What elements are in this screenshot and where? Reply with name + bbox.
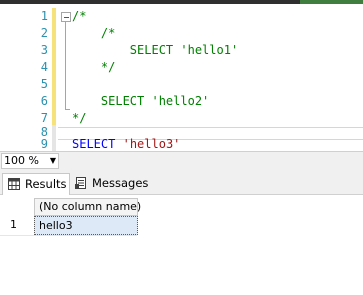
code-text: /* — [72, 9, 87, 23]
code-line[interactable]: 4 */ — [0, 59, 363, 76]
row-number-label: 1 — [10, 218, 17, 231]
column-header[interactable]: (No column name) — [34, 198, 142, 216]
sql-string-literal: 'hello3' — [122, 137, 181, 151]
row-divider — [0, 235, 137, 236]
tab-label: Results — [25, 177, 67, 191]
grid-cell[interactable]: hello3 — [34, 216, 138, 235]
grid-icon — [8, 178, 20, 190]
line-number: 6 — [40, 94, 48, 108]
code-line[interactable]: 1 /* — [0, 8, 363, 25]
column-header-label: (No column name) — [39, 200, 142, 213]
sql-keyword: SELECT — [72, 137, 116, 151]
chevron-down-icon[interactable]: ▼ — [50, 154, 56, 168]
code-line[interactable]: 6 SELECT 'hello2' — [0, 93, 363, 110]
code-line[interactable]: 5 — [0, 76, 363, 93]
line-number: 1 — [40, 9, 48, 23]
code-text: /* — [72, 26, 116, 40]
results-grid[interactable]: (No column name) 1 hello3 — [0, 195, 363, 295]
messages-icon — [75, 177, 86, 189]
editor-status-bar: 100 % ▼ — [0, 151, 363, 169]
tab-results[interactable]: Results — [2, 173, 70, 195]
code-text: */ — [72, 60, 116, 74]
code-line[interactable]: 2 /* — [0, 25, 363, 42]
line-number: 5 — [40, 77, 48, 91]
cell-value: hello3 — [39, 219, 73, 232]
tab-label: Messages — [92, 176, 149, 190]
query-editor[interactable]: 1 /* 2 /* 3 SELECT 'hello1' 4 */ 5 6 SEL… — [0, 4, 363, 151]
zoom-level-select[interactable]: 100 % ▼ — [1, 153, 59, 169]
code-line[interactable]: 3 SELECT 'hello1' — [0, 42, 363, 59]
code-text: SELECT 'hello1' — [72, 43, 239, 57]
code-text: SELECT 'hello2' — [72, 94, 210, 108]
line-number: 2 — [40, 26, 48, 40]
line-number: 3 — [40, 43, 48, 57]
row-number[interactable]: 1 — [0, 216, 33, 234]
results-tab-strip: Results Messages — [0, 169, 363, 195]
line-number: 4 — [40, 60, 48, 74]
tab-messages[interactable]: Messages — [70, 173, 148, 194]
zoom-level-value: 100 % — [4, 154, 39, 167]
